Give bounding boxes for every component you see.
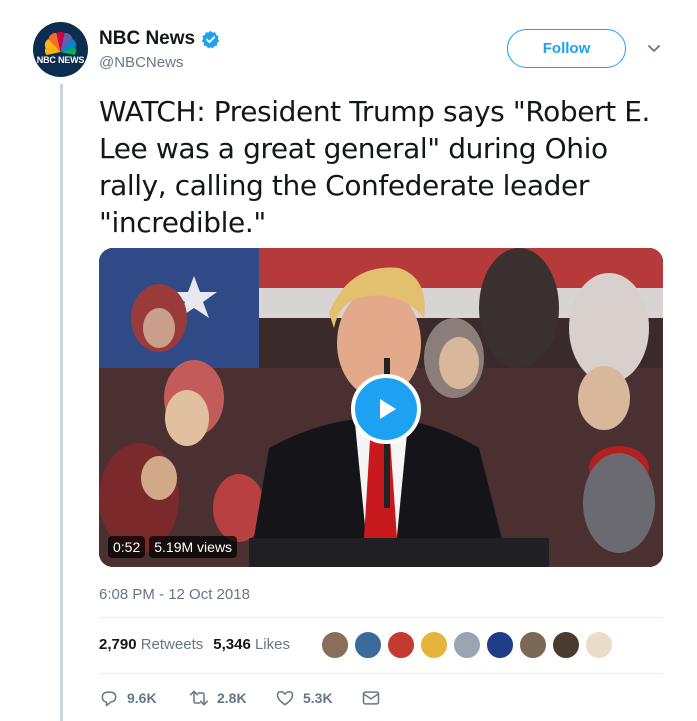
retweets-count: 2,790 <box>99 636 137 653</box>
retweet-icon <box>189 690 209 706</box>
reply-button[interactable]: 9.6K <box>99 688 189 708</box>
user-handle[interactable]: @NBCNews <box>99 54 183 71</box>
like-count: 5.3K <box>303 690 333 706</box>
divider <box>99 673 663 674</box>
liker-avatar[interactable] <box>320 630 350 660</box>
play-icon <box>380 399 396 419</box>
liker-avatar[interactable] <box>551 630 581 660</box>
likes-count: 5,346 <box>213 636 251 653</box>
video-player[interactable]: 0:52 5.19M views <box>99 248 663 567</box>
liker-avatar[interactable] <box>584 630 614 660</box>
follow-button[interactable]: Follow <box>507 29 626 68</box>
liker-avatar[interactable] <box>419 630 449 660</box>
reply-count: 9.6K <box>127 690 157 706</box>
tweet-stats: 2,790 Retweets 5,346 Likes <box>99 636 290 653</box>
divider <box>99 617 663 618</box>
thread-line <box>60 84 63 721</box>
liker-avatar[interactable] <box>518 630 548 660</box>
liker-avatar[interactable] <box>485 630 515 660</box>
likes-label: Likes <box>254 636 290 653</box>
nbc-peacock-icon <box>44 31 77 55</box>
liker-avatar[interactable] <box>452 630 482 660</box>
avatar-logo-text: NBC NEWS <box>36 55 85 65</box>
likes-stat[interactable]: 5,346 Likes <box>213 636 290 653</box>
retweet-count: 2.8K <box>217 690 247 706</box>
retweets-label: Retweets <box>140 636 204 653</box>
play-button[interactable] <box>351 374 421 444</box>
chevron-down-icon[interactable] <box>646 40 662 56</box>
reply-icon <box>101 691 117 707</box>
video-views: 5.19M views <box>149 536 238 558</box>
like-button[interactable]: 5.3K <box>275 688 361 708</box>
tweet-text: WATCH: President Trump says "Robert E. L… <box>99 95 651 239</box>
verified-badge-icon <box>201 30 220 48</box>
avatar[interactable]: NBC NEWS <box>33 22 88 77</box>
retweet-button[interactable]: 2.8K <box>189 688 275 708</box>
video-duration: 0:52 <box>108 536 146 558</box>
liker-avatar[interactable] <box>386 630 416 660</box>
direct-message-button[interactable] <box>361 688 381 708</box>
liker-avatar[interactable] <box>353 630 383 660</box>
heart-icon <box>276 691 294 706</box>
display-name[interactable]: NBC News <box>99 28 195 50</box>
action-bar: 9.6K 2.8K 5.3K <box>99 688 381 708</box>
tweet-timestamp[interactable]: 6:08 PM - 12 Oct 2018 <box>99 586 250 603</box>
liker-avatars <box>320 630 614 660</box>
retweets-stat[interactable]: 2,790 Retweets <box>99 636 203 653</box>
envelope-icon <box>362 691 380 705</box>
